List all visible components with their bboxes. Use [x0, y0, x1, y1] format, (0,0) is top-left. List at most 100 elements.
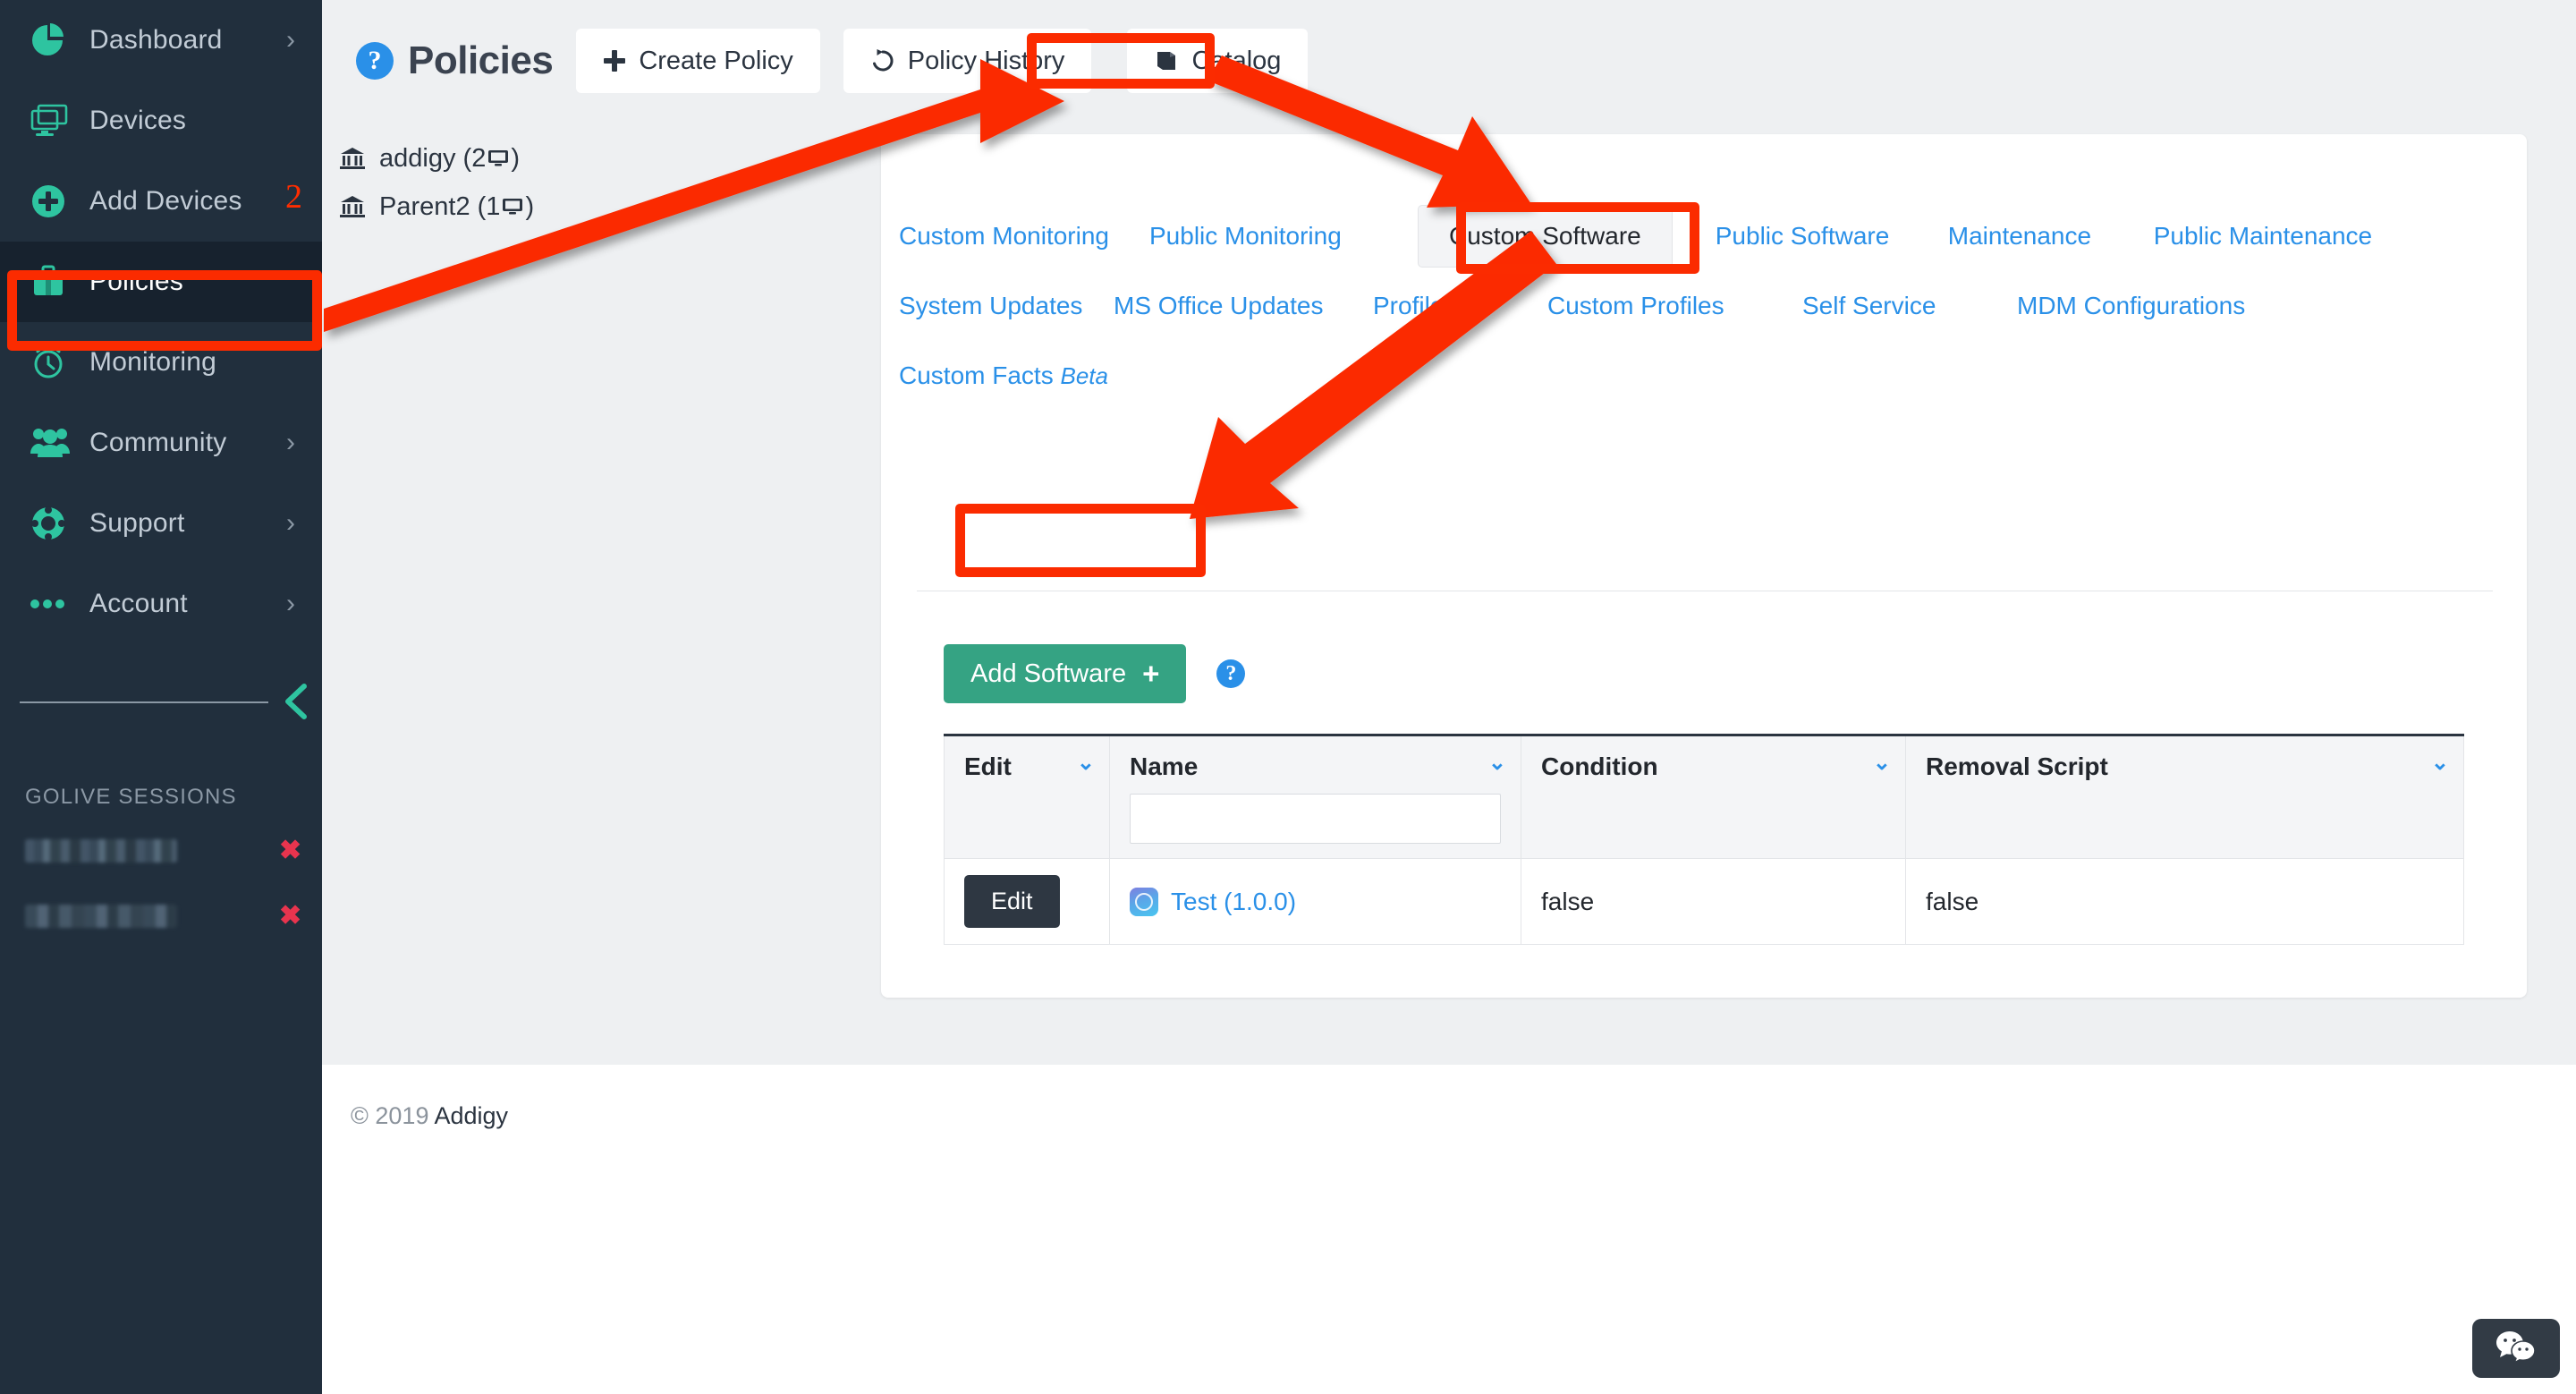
footer-copyright: © 2019 [351, 1102, 435, 1129]
edit-button[interactable]: Edit [964, 875, 1060, 928]
monitor-icon [30, 104, 77, 138]
close-icon[interactable]: ✖ [279, 837, 301, 864]
tab-self-service[interactable]: Self Service [1802, 271, 2017, 341]
people-icon [30, 427, 77, 459]
column-label: Edit [964, 752, 1012, 780]
bank-icon [340, 147, 365, 170]
chevron-down-icon[interactable]: ⌄ [1488, 752, 1506, 774]
tree-item-count: 1 [486, 191, 501, 221]
column-header-edit[interactable]: Edit ⌄ [944, 735, 1110, 859]
tab-custom-facts-label: Custom Facts [899, 361, 1054, 389]
chevron-right-icon: › [286, 25, 295, 55]
add-software-button[interactable]: Add Software + [944, 644, 1187, 703]
custom-software-table: Edit ⌄ Name ⌄ Condition ⌄ Removal Script… [944, 734, 2464, 945]
column-header-removal-script[interactable]: Removal Script ⌄ [1905, 735, 2464, 859]
main-content: ? Policies Create Policy Policy History … [322, 0, 2576, 1394]
sidebar-item-community[interactable]: Community › [0, 403, 322, 483]
add-software-label: Add Software [970, 659, 1127, 688]
help-icon[interactable]: ? [356, 42, 394, 80]
software-name-link[interactable]: Test (1.0.0) [1171, 888, 1296, 916]
chevron-left-icon[interactable] [275, 678, 317, 725]
chevron-down-icon[interactable]: ⌄ [1873, 752, 1891, 774]
policy-tree: addigy ( 2 ) Parent2 ( 1 ) [340, 134, 841, 231]
table-body: Edit Test (1.0.0) false false [944, 858, 2464, 945]
sidebar-item-add-devices[interactable]: Add Devices 2 [0, 161, 322, 242]
plus-icon: + [1142, 657, 1160, 690]
chevron-right-icon: › [286, 428, 295, 457]
tab-custom-facts[interactable]: Custom Facts Beta [899, 341, 1108, 411]
column-filter-spacer [1926, 781, 2444, 846]
cell-condition: false [1521, 858, 1906, 945]
sidebar-item-policies[interactable]: Policies [0, 242, 322, 322]
sidebar-item-label: Dashboard [89, 25, 223, 55]
tab-maintenance[interactable]: Maintenance [1948, 201, 2154, 271]
software-name: Test (1.0.0) [1130, 887, 1501, 916]
table-header-row: Edit ⌄ Name ⌄ Condition ⌄ Removal Script… [944, 735, 2464, 859]
help-icon[interactable]: ? [1216, 659, 1246, 688]
column-header-condition[interactable]: Condition ⌄ [1521, 735, 1906, 859]
tab-public-monitoring[interactable]: Public Monitoring [1149, 201, 1418, 271]
sidebar-divider [20, 701, 268, 703]
column-header-name[interactable]: Name ⌄ [1109, 735, 1521, 859]
page-title: Policies [408, 38, 554, 82]
tab-custom-profiles[interactable]: Custom Profiles [1547, 271, 1802, 341]
app-root: Dashboard › Devices Add Devices 2 Polici… [0, 0, 2576, 1394]
tree-item-parent2[interactable]: Parent2 ( 1 ) [340, 183, 841, 231]
page-header: ? Policies Create Policy Policy History … [356, 29, 1309, 93]
cell-edit: Edit [944, 858, 1110, 945]
tree-item-addigy[interactable]: addigy ( 2 ) [340, 134, 841, 183]
table-head: Edit ⌄ Name ⌄ Condition ⌄ Removal Script… [944, 735, 2464, 859]
golive-sessions-title: GOLIVE SESSIONS [25, 785, 237, 809]
list-item[interactable]: ✖ [0, 823, 322, 879]
lifebuoy-icon [30, 506, 77, 541]
close-icon[interactable]: ✖ [279, 903, 301, 930]
list-item[interactable]: ✖ [0, 888, 322, 944]
monitor-small-icon [487, 149, 509, 167]
tab-row-1: Custom Monitoring Public Monitoring Cust… [899, 201, 2509, 271]
monitor-small-icon [502, 198, 523, 216]
pie-chart-icon [30, 22, 77, 58]
tab-ms-office-updates[interactable]: MS Office Updates [1114, 271, 1373, 341]
tab-row-3: Custom Facts Beta [899, 341, 2509, 411]
catalog-label: Catalog [1191, 46, 1282, 75]
sidebar-item-dashboard[interactable]: Dashboard › [0, 0, 322, 81]
golive-session-name [25, 905, 177, 928]
golive-session-name [25, 839, 177, 863]
catalog-button[interactable]: Catalog [1127, 29, 1309, 93]
plus-icon [603, 49, 626, 72]
column-label: Name [1130, 752, 1199, 780]
sidebar-item-account[interactable]: Account › [0, 564, 322, 644]
footer-separator [322, 1065, 2576, 1067]
tab-profiles[interactable]: Profiles [1373, 271, 1547, 341]
sidebar-item-label: Support [89, 508, 185, 538]
chevron-down-icon[interactable]: ⌄ [2431, 752, 2449, 774]
table-row[interactable]: Edit Test (1.0.0) false false [944, 858, 2464, 945]
tree-item-label: Parent2 [379, 191, 470, 221]
name-filter-input[interactable] [1130, 794, 1501, 844]
sidebar-item-label: Monitoring [89, 347, 217, 377]
sidebar-item-label: Account [89, 589, 188, 618]
create-policy-button[interactable]: Create Policy [576, 29, 820, 93]
chevron-down-icon[interactable]: ⌄ [1077, 752, 1095, 774]
tab-public-software[interactable]: Public Software [1716, 201, 1948, 271]
sidebar-item-label: Community [89, 428, 227, 457]
add-software-area: Add Software + ? [944, 644, 1246, 703]
chat-bubbles-icon [2496, 1330, 2537, 1368]
sidebar-item-monitoring[interactable]: Monitoring [0, 322, 322, 403]
sidebar-item-label: Add Devices [89, 186, 242, 216]
footer: © 2019 Addigy [351, 1102, 508, 1130]
tab-system-updates[interactable]: System Updates [899, 271, 1114, 341]
policy-history-button[interactable]: Policy History [843, 29, 1092, 93]
column-filter-spacer [1541, 781, 1885, 846]
tab-public-maintenance[interactable]: Public Maintenance [2154, 201, 2372, 271]
catalog-card: Custom Monitoring Public Monitoring Cust… [881, 134, 2527, 998]
chat-widget-button[interactable] [2472, 1319, 2560, 1378]
column-label: Removal Script [1926, 752, 2108, 780]
tab-custom-software[interactable]: Custom Software [1418, 205, 1673, 268]
sidebar-item-devices[interactable]: Devices [0, 81, 322, 161]
tree-item-count-close: ) [511, 143, 520, 173]
beta-badge: Beta [1060, 362, 1108, 389]
sidebar-item-support[interactable]: Support › [0, 483, 322, 564]
tab-custom-monitoring[interactable]: Custom Monitoring [899, 201, 1149, 271]
tab-mdm-configurations[interactable]: MDM Configurations [2017, 271, 2245, 341]
